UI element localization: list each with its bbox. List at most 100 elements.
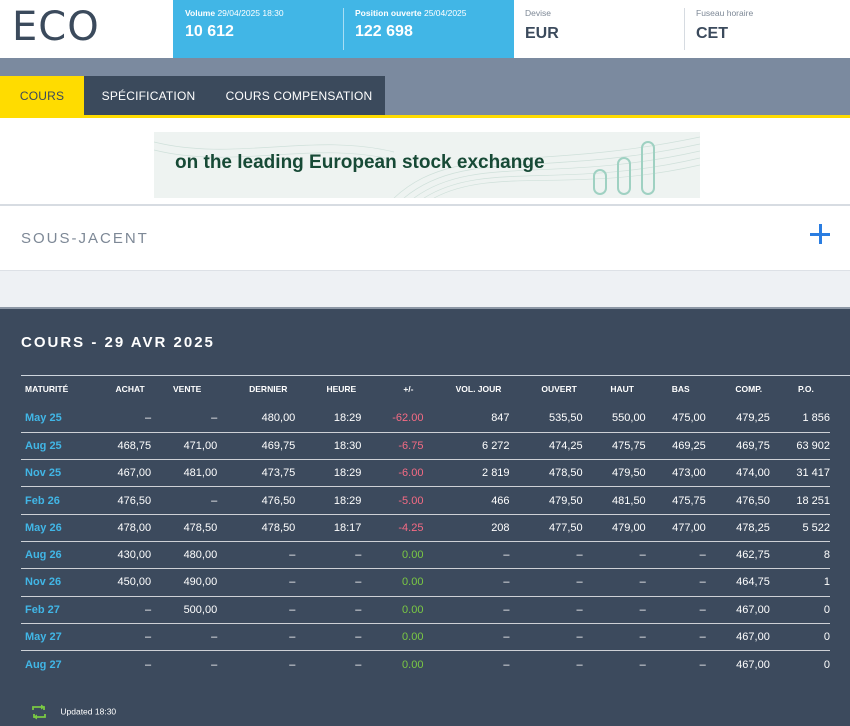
cell-change: -62.00: [361, 405, 424, 433]
col-vente[interactable]: VENTE: [151, 381, 217, 397]
refresh-icon[interactable]: [30, 704, 48, 720]
cell-open-interest: 0: [769, 623, 830, 652]
cell-settle: 479,25: [705, 405, 770, 433]
instrument-header: ECO Volume 29/04/2025 18:30 10 612 Posit…: [0, 0, 850, 58]
tab-cours-compensation[interactable]: COURS COMPENSATION: [213, 76, 385, 116]
cell-time: 18:17: [295, 514, 362, 542]
cell-maturity[interactable]: Nov 25: [21, 459, 92, 488]
col-heure[interactable]: HEURE: [295, 381, 361, 397]
cell-high: –: [582, 596, 646, 624]
prices-table: MATURITÉ ACHAT VENTE DERNIER HEURE +/- V…: [21, 381, 830, 678]
cell-last: 473,75: [217, 459, 296, 488]
cell-last: 480,00: [217, 405, 296, 433]
col-dernier[interactable]: DERNIER: [217, 381, 295, 397]
volume-stat: Volume 29/04/2025 18:30 10 612: [185, 8, 284, 41]
col-change[interactable]: +/-: [361, 381, 423, 397]
cell-settle: 476,50: [705, 486, 770, 515]
cell-maturity[interactable]: Nov 26: [21, 568, 92, 597]
cell-bid: 450,00: [91, 568, 152, 597]
plus-icon[interactable]: [810, 224, 832, 246]
ad-banner[interactable]: on the leading European stock exchange: [154, 132, 700, 198]
col-po[interactable]: P.O.: [770, 381, 830, 397]
underlying-section[interactable]: SOUS-JACENT: [0, 206, 850, 270]
cell-volume: 6 272: [423, 432, 510, 461]
cell-high: –: [639, 658, 646, 671]
cell-volume: –: [423, 596, 510, 624]
cell-last: 478,50: [217, 514, 296, 542]
cell-change: 0.00: [402, 658, 424, 671]
col-bas[interactable]: BAS: [646, 381, 706, 397]
cell-open-interest: 63 902: [769, 432, 830, 461]
cell-last: 469,75: [217, 432, 296, 461]
cell-high: 479,50: [582, 459, 646, 488]
table-row: May 25– –480,00 18:29 -62.00 847 535,50 550,00…: [21, 405, 830, 433]
cell-low: 475,75: [645, 486, 706, 515]
cell-maturity[interactable]: May 27: [21, 623, 92, 652]
cell-ask: 480,00: [151, 541, 218, 570]
cell-maturity[interactable]: May 25: [21, 405, 92, 433]
cell-bid: 468,75: [91, 432, 152, 461]
open-interest-value: 122 698: [355, 23, 413, 40]
cell-ask: 490,00: [151, 568, 218, 597]
cell-ask: 500,00: [151, 596, 218, 624]
cell-maturity[interactable]: May 26: [21, 514, 92, 542]
cell-volume: –: [423, 541, 510, 570]
prices-table-body: May 25– –480,00 18:29 -62.00 847 535,50 550,00…: [21, 405, 830, 678]
cell-open-interest: 31 417: [769, 459, 830, 488]
tab-cours[interactable]: COURS: [0, 76, 84, 116]
cell-low: –: [699, 658, 706, 671]
cell-high: –: [582, 623, 646, 652]
cell-open: 477,50: [509, 514, 583, 542]
col-maturite[interactable]: MATURITÉ: [21, 381, 91, 397]
col-comp[interactable]: COMP.: [706, 381, 770, 397]
cell-ask: –: [151, 623, 218, 652]
instrument-code: ECO: [12, 4, 100, 50]
table-header-row: MATURITÉ ACHAT VENTE DERNIER HEURE +/- V…: [21, 381, 830, 397]
cell-change: 0.00: [361, 623, 424, 652]
cell-last: 476,50: [217, 486, 296, 515]
cell-settle: 478,25: [705, 514, 770, 542]
col-achat[interactable]: ACHAT: [91, 381, 151, 397]
cell-settle: 469,75: [705, 432, 770, 461]
table-row: Feb 27–500,00– –0.00– – – –467,00 0: [21, 596, 830, 624]
volume-value: 10 612: [185, 23, 234, 40]
cell-low: 475,00: [645, 405, 706, 433]
cell-open-interest: 5 522: [769, 514, 830, 542]
cell-change: -5.00: [361, 486, 424, 515]
timezone-label: Fuseau horaire: [696, 8, 754, 18]
cell-high: 481,50: [582, 486, 646, 515]
cell-maturity[interactable]: Aug 25: [21, 432, 92, 461]
cell-open-interest: 1: [769, 568, 830, 597]
cell-volume: 466: [423, 486, 510, 515]
cell-time: 18:29: [295, 459, 362, 488]
cell-maturity[interactable]: Aug 27: [21, 651, 91, 678]
table-row: Nov 25 467,00 481,00 473,75 18:29 -6.00 2 819 4…: [21, 459, 830, 488]
volume-label: Volume: [185, 8, 216, 18]
cell-time: –: [355, 658, 362, 671]
cell-ask: 478,50: [151, 514, 218, 542]
cell-last: –: [289, 658, 296, 671]
col-haut[interactable]: HAUT: [583, 381, 646, 397]
underlying-title: SOUS-JACENT: [21, 230, 149, 247]
cell-open: 535,50: [509, 405, 583, 433]
col-ouvert[interactable]: OUVERT: [510, 381, 583, 397]
cell-high: 550,00: [582, 405, 646, 433]
open-interest-stat: Position ouverte 25/04/2025 122 698: [355, 8, 467, 41]
cell-maturity[interactable]: Feb 27: [21, 596, 92, 624]
cell-open-interest: 1 856: [769, 405, 830, 433]
cell-time: –: [295, 568, 362, 597]
currency-value: EUR: [525, 25, 559, 42]
cell-maturity[interactable]: Feb 26: [21, 486, 92, 515]
cell-ask: 471,00: [151, 432, 218, 461]
stats-box: Volume 29/04/2025 18:30 10 612 Position …: [173, 0, 514, 58]
cell-low: 477,00: [645, 514, 706, 542]
cell-settle: 462,75: [705, 541, 770, 570]
cell-last: –: [217, 541, 296, 570]
tab-specification[interactable]: SPÉCIFICATION: [84, 76, 213, 116]
col-volume[interactable]: VOL. JOUR: [423, 381, 509, 397]
cell-high: 475,75: [582, 432, 646, 461]
cell-maturity[interactable]: Aug 26: [21, 541, 92, 570]
cell-volume: 847: [423, 405, 510, 433]
cell-open: 474,25: [509, 432, 583, 461]
cell-change: 0.00: [361, 541, 424, 570]
